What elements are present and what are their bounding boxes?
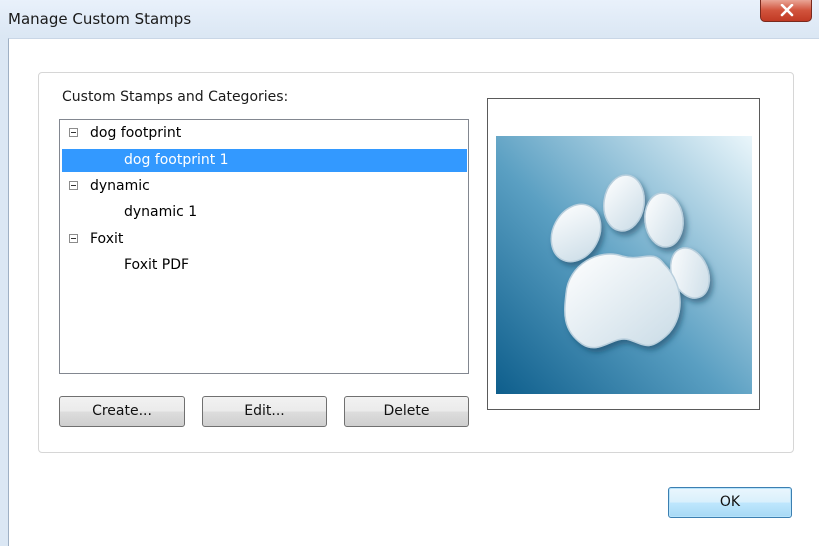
close-button[interactable] [760,0,812,22]
category-label: Foxit [90,231,124,247]
collapse-icon[interactable] [69,128,78,137]
paw-print-icon [496,136,752,394]
tree-category-foxit[interactable]: Foxit [60,228,465,251]
tree-category-dog-footprint[interactable]: dog footprint [60,122,465,145]
collapse-icon[interactable] [69,234,78,243]
tree-item-foxit-pdf[interactable]: Foxit PDF [60,254,465,277]
tree-category-dynamic[interactable]: dynamic [60,175,465,198]
tree-item-dynamic-1[interactable]: dynamic 1 [60,201,465,224]
ok-button[interactable]: OK [668,487,792,518]
close-icon [780,4,794,17]
item-label: dynamic 1 [124,204,198,220]
collapse-icon[interactable] [69,181,78,190]
category-label: dynamic [90,178,150,194]
stamps-list-label: Custom Stamps and Categories: [62,89,289,105]
stamps-tree[interactable]: dog footprint dog footprint 1 dynamic dy… [59,119,469,374]
item-label: Foxit PDF [124,257,190,273]
delete-button[interactable]: Delete [344,396,469,427]
title-bar[interactable]: Manage Custom Stamps [0,0,819,38]
manage-custom-stamps-dialog: Manage Custom Stamps Custom Stamps and C… [0,0,819,546]
stamp-preview [487,98,760,410]
item-label: dog footprint 1 [124,152,229,168]
edit-button[interactable]: Edit... [202,396,327,427]
category-label: dog footprint [90,125,182,141]
dialog-title: Manage Custom Stamps [8,10,192,28]
tree-item-dog-footprint-1[interactable]: dog footprint 1 [62,149,467,172]
create-button[interactable]: Create... [59,396,185,427]
